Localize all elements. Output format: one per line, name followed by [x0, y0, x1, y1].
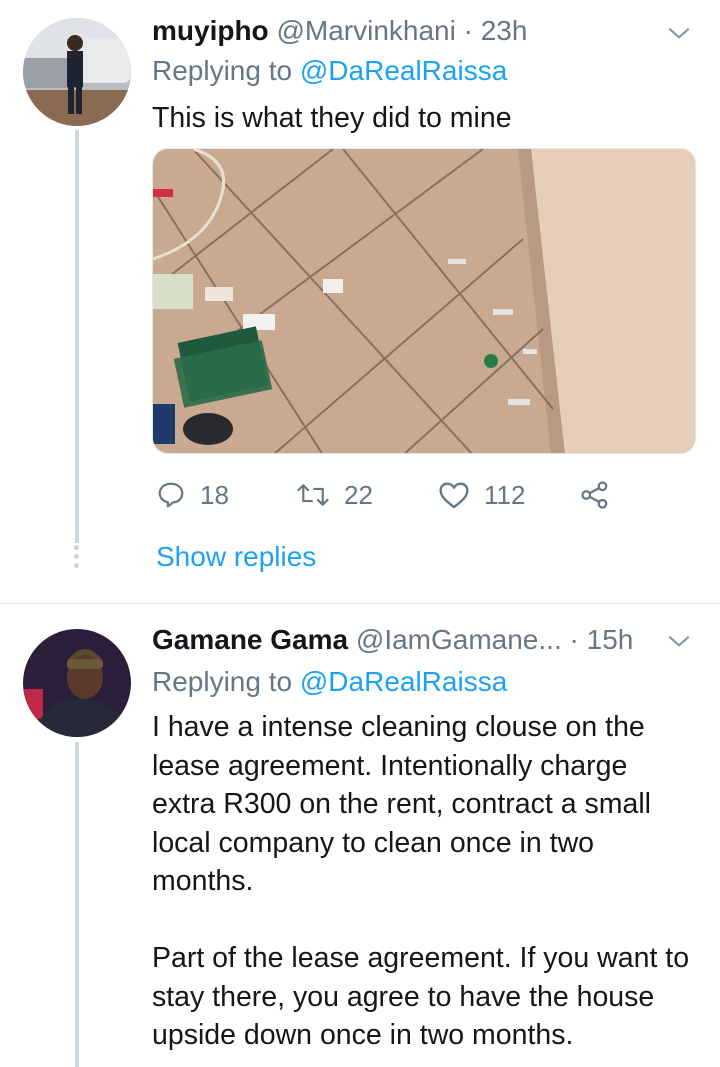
thread-line [75, 130, 79, 543]
tweet-text: This is what they did to mine [152, 102, 512, 134]
chevron-down-icon[interactable] [666, 628, 692, 654]
chevron-down-icon[interactable] [666, 20, 692, 46]
user-handle[interactable]: @IamGamane... [356, 624, 562, 655]
timestamp[interactable]: · 23h [464, 15, 528, 46]
share-button[interactable] [580, 475, 624, 515]
thread-dots [74, 545, 80, 572]
retweet-count: 22 [344, 479, 373, 510]
avatar[interactable] [23, 18, 131, 126]
tweet-photo[interactable] [152, 148, 696, 454]
show-replies-link[interactable]: Show replies [156, 540, 316, 574]
like-button[interactable]: 112 [438, 475, 525, 515]
tweet-2[interactable]: Gamane Gama @IamGamane... · 15h Replying… [0, 603, 720, 1067]
display-name[interactable]: muyipho [152, 15, 269, 46]
tweet-header: muyipho @Marvinkhani · 23h [152, 14, 527, 48]
tweet-actions: 18 22 112 [152, 475, 672, 515]
replying-prefix: Replying to [152, 55, 300, 86]
like-icon [439, 482, 469, 509]
replying-to: Replying to @DaRealRaissa [152, 54, 507, 88]
reply-count: 18 [200, 479, 229, 510]
display-name[interactable]: Gamane Gama [152, 624, 348, 655]
reply-icon [158, 482, 184, 508]
replying-to: Replying to @DaRealRaissa [152, 665, 507, 699]
thread-line [75, 742, 79, 1067]
tweet-text: I have a intense cleaning clouse on the … [152, 711, 690, 1051]
mention-link[interactable]: @DaRealRaissa [300, 55, 507, 86]
avatar[interactable] [23, 629, 131, 737]
timestamp[interactable]: · 15h [570, 624, 634, 655]
retweet-icon [297, 484, 329, 506]
user-handle[interactable]: @Marvinkhani [276, 15, 455, 46]
tweet-1[interactable]: muyipho @Marvinkhani · 23h Replying to @… [0, 0, 720, 603]
share-icon [581, 481, 608, 509]
mention-link[interactable]: @DaRealRaissa [300, 666, 507, 697]
like-count: 112 [484, 479, 526, 510]
replying-prefix: Replying to [152, 666, 300, 697]
reply-button[interactable]: 18 [156, 475, 229, 515]
retweet-button[interactable]: 22 [296, 475, 373, 515]
tweet-header: Gamane Gama @IamGamane... · 15h [152, 623, 633, 657]
